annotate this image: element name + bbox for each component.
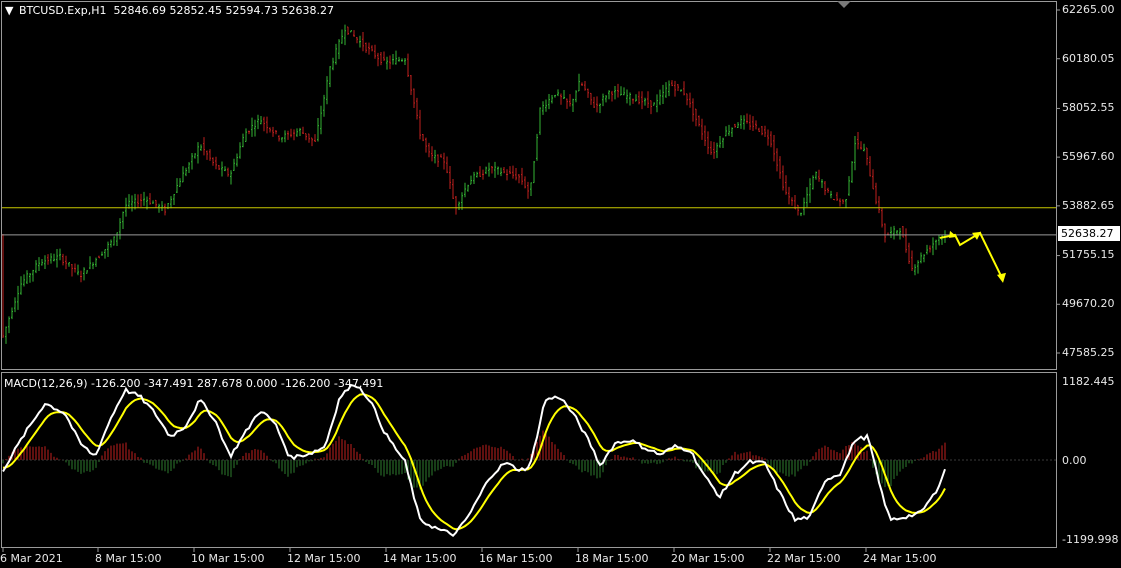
macd-tick: -1199.998	[1062, 533, 1119, 546]
price-tick: 62265.00	[1062, 3, 1115, 16]
time-tick: 18 Mar 15:00	[575, 552, 649, 565]
time-tick: 14 Mar 15:00	[383, 552, 457, 565]
price-tick: 51755.15	[1062, 248, 1115, 261]
price-tick: 53882.65	[1062, 199, 1115, 212]
time-tick: 24 Mar 15:00	[863, 552, 937, 565]
forecast-path	[939, 231, 1004, 281]
time-tick: 20 Mar 15:00	[671, 552, 745, 565]
symbol-label: BTCUSD.Exp,H1	[19, 4, 107, 17]
macd-tick: 0.00	[1062, 454, 1087, 467]
time-tick: 12 Mar 15:00	[287, 552, 361, 565]
price-tick: 58052.55	[1062, 101, 1115, 114]
time-tick: 16 Mar 15:00	[479, 552, 553, 565]
symbol-header: BTCUSD.Exp,H1 52846.69 52852.45 52594.73…	[19, 4, 334, 17]
time-tick: 8 Mar 15:00	[95, 552, 162, 565]
trading-chart[interactable]	[0, 0, 1121, 568]
macd-header: MACD(12,26,9) -126.200 -347.491 287.678 …	[4, 377, 384, 390]
forecast-arrowhead-icon	[997, 272, 1006, 283]
current-price-tag: 52638.27	[1058, 226, 1120, 241]
price-tick: 60180.05	[1062, 52, 1115, 65]
macd-tick: 1182.445	[1062, 375, 1115, 388]
main-pane-frame	[1, 1, 1057, 370]
scroll-marker-icon	[837, 1, 851, 8]
price-tick: 55967.60	[1062, 150, 1115, 163]
price-tick: 49670.20	[1062, 297, 1115, 310]
time-tick: 22 Mar 15:00	[767, 552, 841, 565]
time-tick: 6 Mar 2021	[0, 552, 63, 565]
menu-triangle-icon[interactable]: ▼	[5, 4, 13, 17]
time-tick: 10 Mar 15:00	[191, 552, 265, 565]
ohlc-values: 52846.69 52852.45 52594.73 52638.27	[113, 4, 334, 17]
price-tick: 47585.25	[1062, 346, 1115, 359]
